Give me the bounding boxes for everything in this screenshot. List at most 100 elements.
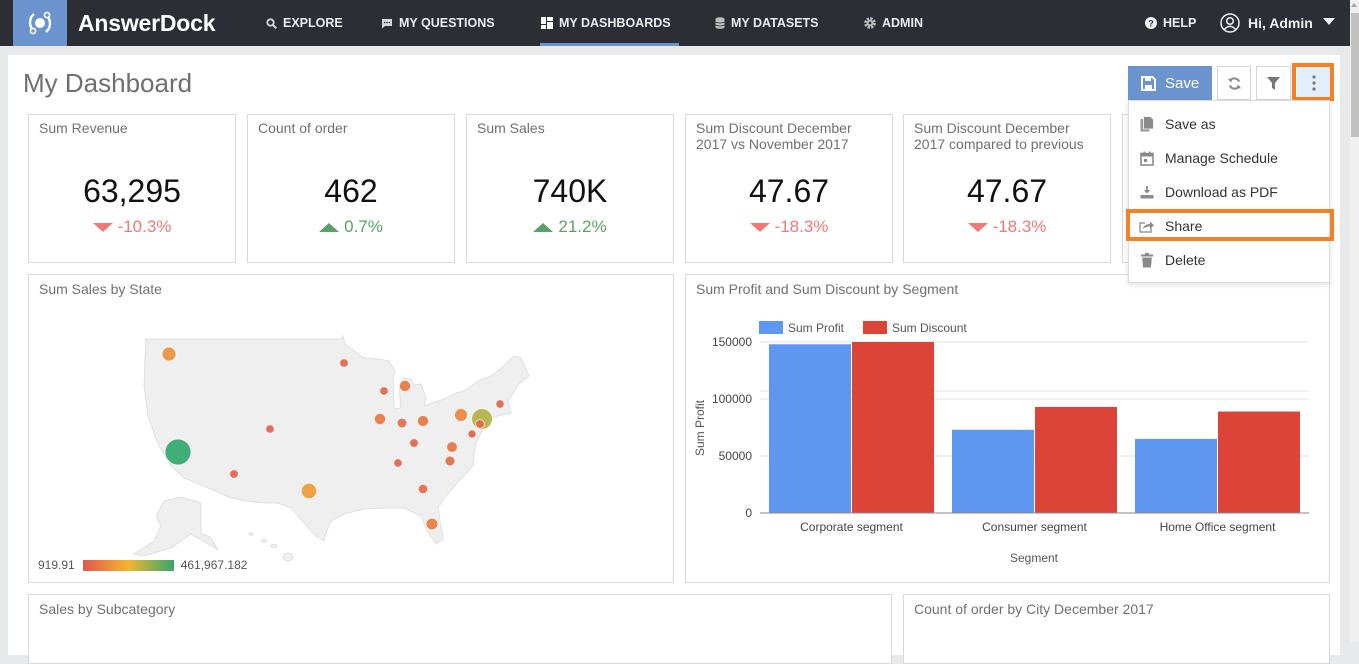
bar-chart[interactable]: 0 50000 100000 150000 Corporate segment Consu… xyxy=(686,275,1331,584)
dashboard-options-menu: Save as Manage Schedule Download as PDF … xyxy=(1128,100,1330,283)
app-name[interactable]: AnswerDock xyxy=(78,11,216,35)
kpi-change: 21.2% xyxy=(467,217,673,237)
floppy-disk-icon xyxy=(1141,75,1156,91)
map-bubble-tn[interactable] xyxy=(393,458,403,468)
nav-my-dashboards[interactable]: MY DASHBOARDS xyxy=(541,0,671,46)
kpi-card-sum-sales[interactable]: Sum Sales 740K 21.2% xyxy=(466,114,674,263)
legend-label: Sum Discount xyxy=(892,321,967,335)
menu-item-label: Save as xyxy=(1165,116,1216,132)
card-count-of-order-by-city[interactable]: Count of order by City December 2017 xyxy=(903,594,1330,664)
menu-item-label: Manage Schedule xyxy=(1165,150,1278,166)
kpi-card-sum-revenue[interactable]: Sum Revenue 63,295 -10.3% xyxy=(28,114,236,263)
kpi-title: Sum Revenue xyxy=(39,120,128,136)
download-icon xyxy=(1139,184,1155,200)
us-bubble-map[interactable] xyxy=(29,275,675,584)
kpi-change-value: -18.3% xyxy=(992,217,1047,236)
scrollbar-thumb[interactable] xyxy=(1351,13,1359,137)
menu-item-download-pdf[interactable]: Download as PDF xyxy=(1129,175,1329,209)
map-bubble-in[interactable] xyxy=(396,417,408,429)
bar-sum-profit-home-office-segment[interactable] xyxy=(1135,438,1217,513)
file-copy-icon xyxy=(1139,116,1155,132)
map-bubble-md[interactable] xyxy=(467,429,477,439)
legend-item-sum-profit[interactable]: Sum Profit xyxy=(759,321,845,335)
card-sales-by-subcategory[interactable]: Sales by Subcategory xyxy=(28,594,892,664)
nav-my-questions[interactable]: MY QUESTIONS xyxy=(381,0,495,46)
help-label: HELP xyxy=(1163,16,1197,30)
map-bubble-mn[interactable] xyxy=(339,358,349,368)
user-menu[interactable]: Hi, Admin xyxy=(1220,0,1313,46)
trend-down-arrow-icon xyxy=(92,222,113,232)
map-bubble-nj[interactable] xyxy=(475,419,485,429)
user-greeting: Hi, Admin xyxy=(1248,15,1313,31)
user-dropdown-caret-icon[interactable] xyxy=(1323,18,1335,25)
app-logo[interactable] xyxy=(13,0,67,46)
trend-down-arrow-icon xyxy=(967,222,988,232)
bar-sum-discount-consumer-segment[interactable] xyxy=(1035,406,1117,513)
bar-card-profit-discount-by-segment[interactable]: 0 50000 100000 150000 Corporate segment Consu… xyxy=(685,274,1330,583)
trend-up-arrow-icon xyxy=(319,222,340,232)
trash-icon xyxy=(1139,252,1155,268)
legend-max-label: 461,967.182 xyxy=(180,558,248,572)
filter-icon xyxy=(1267,76,1280,90)
help-link[interactable]: ? HELP xyxy=(1145,0,1196,46)
map-bubble-co[interactable] xyxy=(265,424,275,434)
kpi-change-value: 21.2% xyxy=(558,217,607,236)
bar-sum-discount-home-office-segment[interactable] xyxy=(1218,411,1300,513)
kpi-change-value: 0.7% xyxy=(344,217,383,236)
nav-my-datasets[interactable]: MY DATASETS xyxy=(714,0,819,46)
bar-sum-discount-corporate-segment[interactable] xyxy=(852,342,934,513)
menu-item-delete[interactable]: Delete xyxy=(1129,243,1329,277)
scroll-up-arrow-icon[interactable] xyxy=(1351,3,1357,7)
kpi-value: 47.67 xyxy=(966,173,1048,209)
refresh-button[interactable] xyxy=(1217,66,1251,100)
menu-item-manage-schedule[interactable]: Manage Schedule xyxy=(1129,141,1329,175)
menu-item-share[interactable]: Share xyxy=(1129,209,1329,243)
map-card-sales-by-state[interactable]: Sum Sales by State 919.91 461,967.182 xyxy=(28,274,674,583)
map-bubble-ky[interactable] xyxy=(409,438,419,448)
kpi-change: -18.3% xyxy=(904,217,1110,237)
save-button[interactable]: Save xyxy=(1128,66,1212,100)
nav-admin[interactable]: ADMIN xyxy=(864,0,923,46)
map-bubble-ma[interactable] xyxy=(495,399,505,409)
map-bubble-tx[interactable] xyxy=(300,482,318,500)
map-bubble-ga[interactable] xyxy=(417,483,429,495)
page-scrollbar[interactable] xyxy=(1350,0,1359,642)
x-tick-label: Home Office segment xyxy=(1160,520,1276,534)
map-bubble-oh[interactable] xyxy=(416,414,430,428)
nav-my-dashboards-label: MY DASHBOARDS xyxy=(559,16,671,30)
share-icon xyxy=(1139,218,1155,234)
map-bubble-wa[interactable] xyxy=(161,346,177,362)
kpi-card-sum-discount-vs-previous[interactable]: Sum Discount December 2017 compared to p… xyxy=(903,114,1111,263)
map-bubble-va[interactable] xyxy=(446,441,458,453)
legend-swatch xyxy=(863,321,887,334)
x-axis-title: Segment xyxy=(1010,551,1059,565)
bar-sum-profit-consumer-segment[interactable] xyxy=(952,429,1034,513)
map-bubble-az[interactable] xyxy=(229,469,239,479)
menu-item-save-as[interactable]: Save as xyxy=(1129,107,1329,141)
bar-card-title: Sum Profit and Sum Discount by Segment xyxy=(696,281,959,297)
user-circle-icon xyxy=(1220,13,1240,33)
save-button-label: Save xyxy=(1165,74,1200,92)
more-vertical-icon xyxy=(1311,75,1316,91)
filter-button[interactable] xyxy=(1256,66,1291,100)
map-bubble-il[interactable] xyxy=(373,412,387,426)
y-tick-label: 150000 xyxy=(712,335,752,349)
kpi-value: 740K xyxy=(532,173,608,209)
menu-item-label: Download as PDF xyxy=(1165,184,1278,200)
map-bubble-wi[interactable] xyxy=(379,386,389,396)
more-options-button[interactable] xyxy=(1297,66,1330,100)
legend-item-sum-discount[interactable]: Sum Discount xyxy=(863,321,967,335)
map-bubble-pa[interactable] xyxy=(454,408,468,422)
nav-explore[interactable]: EXPLORE xyxy=(265,0,343,46)
nav-explore-label: EXPLORE xyxy=(283,16,343,30)
kpi-card-count-of-order[interactable]: Count of order 462 0.7% xyxy=(247,114,455,263)
top-navbar: AnswerDock EXPLORE MY QUESTIONS MY DASHB… xyxy=(0,0,1350,46)
map-bubble-fl[interactable] xyxy=(425,517,439,531)
kpi-card-sum-discount-vs-november[interactable]: Sum Discount December 2017 vs November 2… xyxy=(685,114,893,263)
bar-sum-profit-corporate-segment[interactable] xyxy=(769,344,851,513)
trend-down-arrow-icon xyxy=(749,222,770,232)
refresh-icon xyxy=(1227,76,1241,90)
map-bubble-nc[interactable] xyxy=(444,455,456,467)
map-bubble-mi[interactable] xyxy=(398,379,412,393)
map-bubble-ca[interactable] xyxy=(164,438,192,466)
